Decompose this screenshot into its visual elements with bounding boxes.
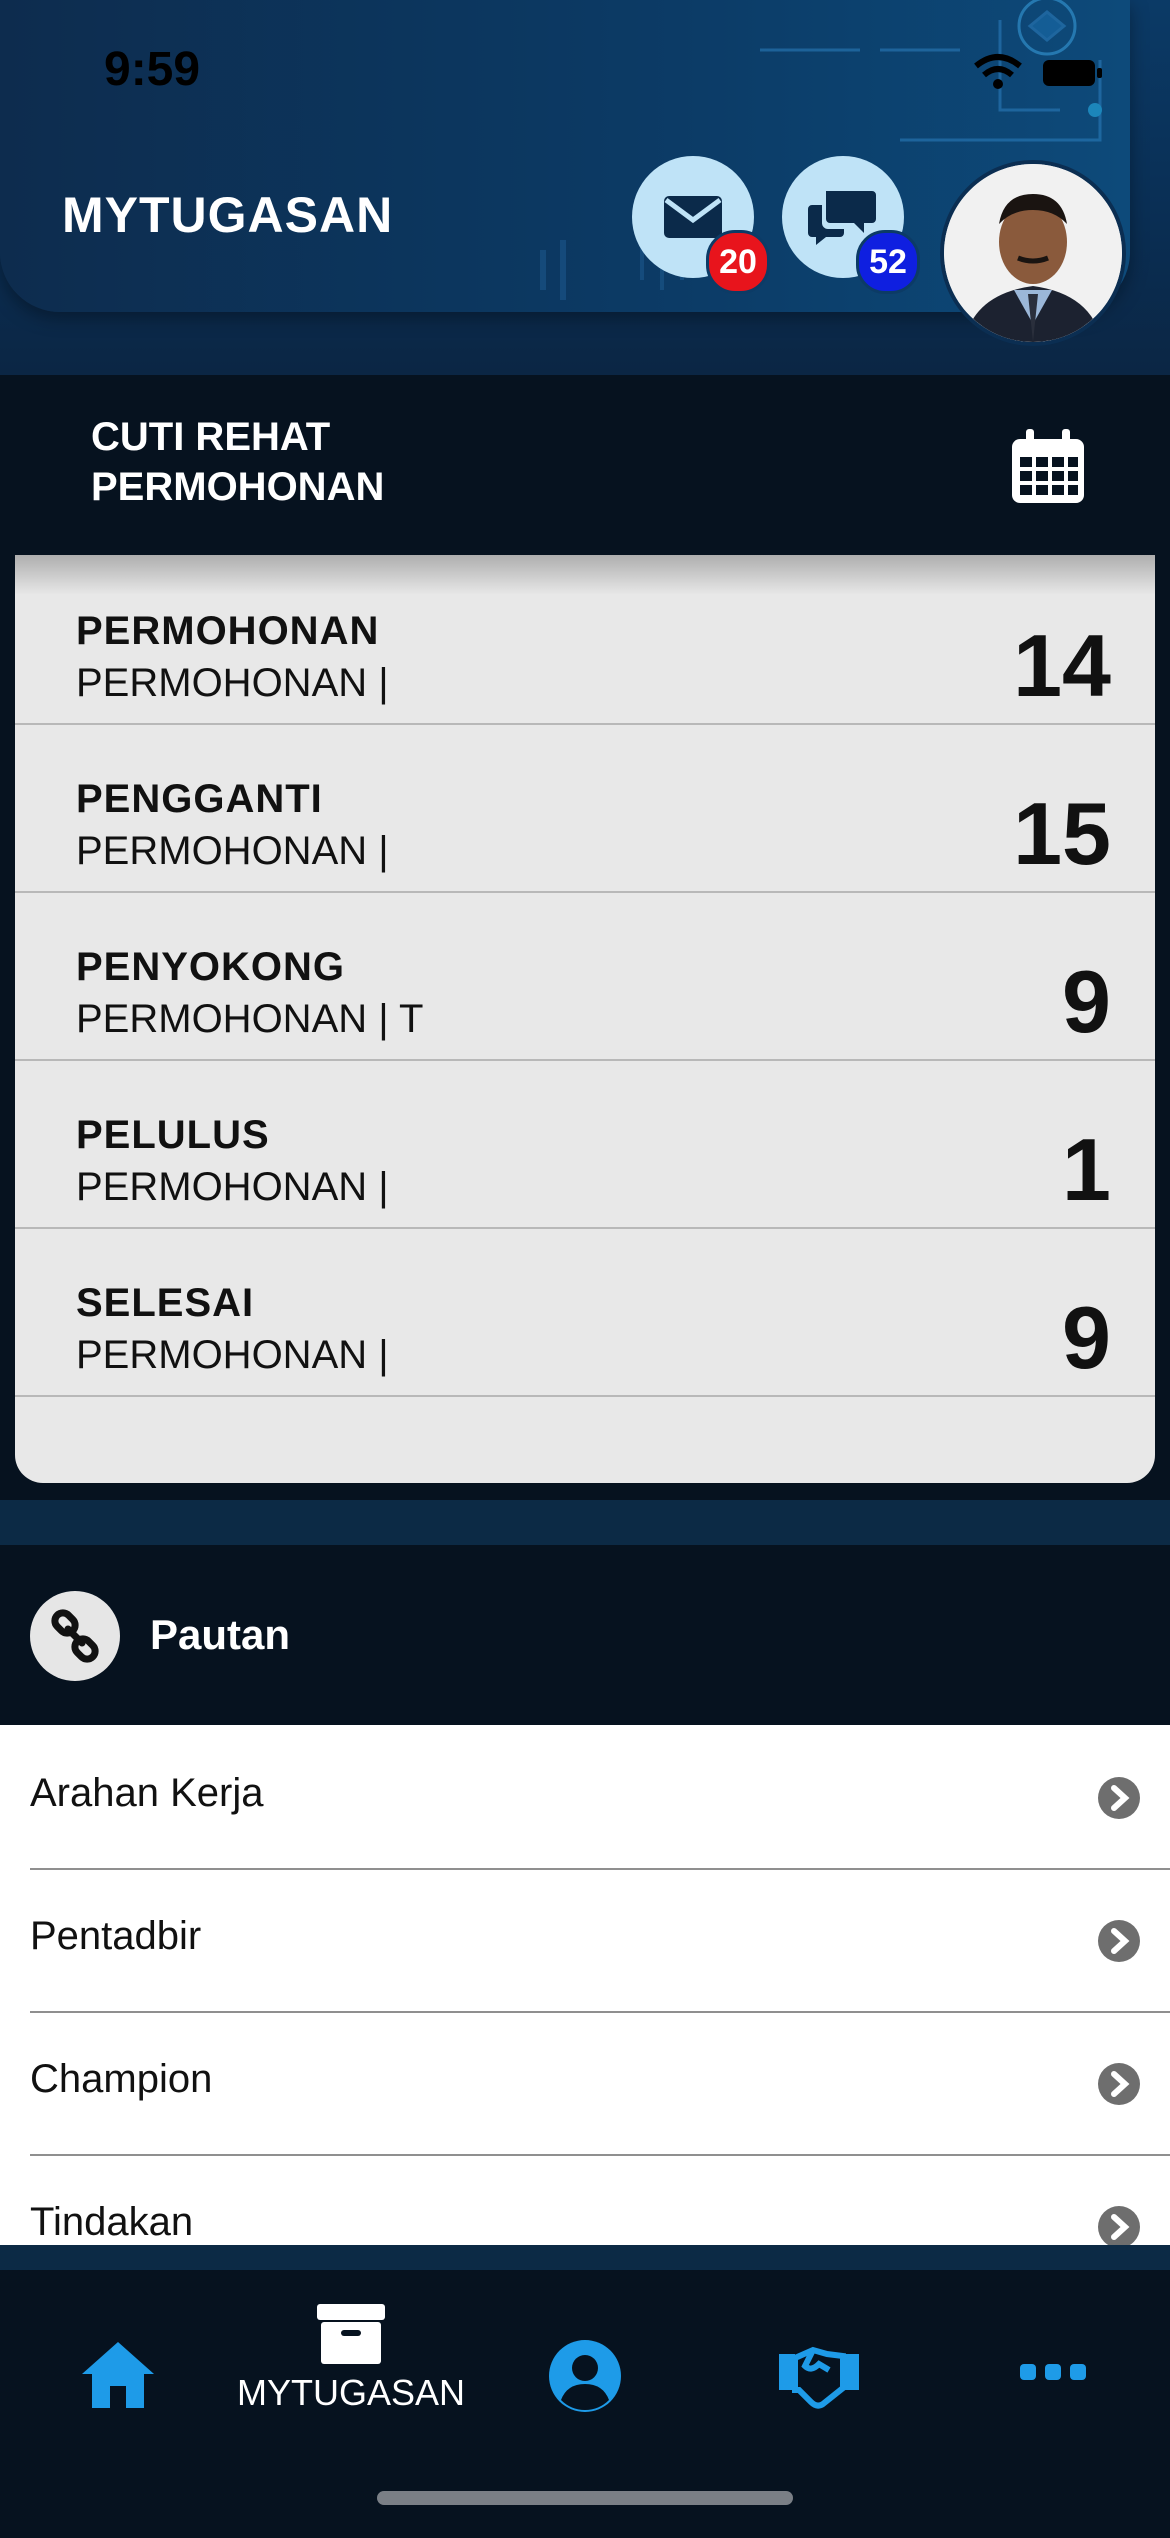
status-list: PERMOHONAN PERMOHONAN | 14 PENGGANTI PER… [15, 555, 1155, 1483]
links-list: Arahan Kerja Pentadbir Champion Tindakan [0, 1725, 1170, 2245]
tab-mytugasan-label: MYTUGASAN [236, 2372, 466, 2413]
mail-button[interactable]: 20 [632, 156, 770, 294]
status-time: 9:59 [104, 43, 201, 96]
leave-section-header: CUTI REHAT PERMOHONAN [0, 375, 1170, 555]
status-row-penyokong[interactable]: PENYOKONG PERMOHONAN | T 9 [15, 891, 1155, 1061]
home-icon [82, 2342, 154, 2408]
row-count: 15 [1013, 784, 1111, 883]
row-count: 1 [1062, 1120, 1111, 1219]
handshake-icon [779, 2346, 859, 2409]
row-count: 9 [1062, 1288, 1111, 1387]
row-subtitle: PERMOHONAN | [76, 1165, 389, 1209]
archive-box-icon [317, 2304, 385, 2364]
chat-button[interactable]: 52 [782, 156, 920, 294]
chevron-right-icon [1098, 2063, 1140, 2105]
user-photo [944, 164, 1122, 342]
chat-badge: 52 [856, 230, 920, 294]
app-title: MYTUGASAN [62, 187, 394, 243]
status-row-pengganti[interactable]: PENGGANTI PERMOHONAN | 15 [15, 723, 1155, 893]
row-title: SELESAI [76, 1281, 255, 1325]
tab-more[interactable] [978, 2310, 1128, 2440]
row-title: PELULUS [76, 1113, 270, 1157]
link-label: Arahan Kerja [30, 1771, 264, 1815]
row-subtitle: PERMOHONAN | [76, 1333, 389, 1377]
chevron-right-icon [1098, 1777, 1140, 1819]
link-icon [30, 1591, 120, 1681]
chevron-right-icon [1098, 2206, 1140, 2245]
avatar[interactable] [940, 160, 1126, 346]
battery-icon [1043, 60, 1102, 86]
app-header: 9:59 MYTUGASAN 20 52 [0, 0, 1170, 375]
mail-icon [664, 196, 722, 238]
row-title: PENGGANTI [76, 777, 323, 821]
row-title: PENYOKONG [76, 945, 346, 989]
tab-handshake[interactable] [744, 2310, 894, 2440]
more-icon [1020, 2364, 1086, 2380]
links-section-header: Pautan [0, 1545, 1170, 1725]
home-indicator [377, 2491, 793, 2505]
link-item-pentadbir[interactable]: Pentadbir [30, 1868, 1170, 2013]
calendar-icon[interactable] [1008, 427, 1088, 507]
tab-profile[interactable] [510, 2310, 660, 2440]
link-item-champion[interactable]: Champion [30, 2011, 1170, 2156]
status-icons [974, 54, 1102, 89]
row-subtitle: PERMOHONAN | [76, 829, 389, 873]
row-count: 14 [1013, 616, 1111, 715]
link-item-arahan-kerja[interactable]: Arahan Kerja [30, 1725, 1170, 1870]
wifi-icon [974, 54, 1022, 89]
row-title: PERMOHONAN [76, 609, 380, 653]
section-title-line2: PERMOHONAN [91, 465, 385, 509]
link-label: Tindakan [30, 2200, 194, 2244]
links-title: Pautan [150, 1611, 291, 1658]
link-label: Pentadbir [30, 1914, 202, 1958]
section-title-line1: CUTI REHAT [91, 415, 331, 459]
link-label: Champion [30, 2057, 213, 2101]
row-subtitle: PERMOHONAN | T [76, 997, 424, 1041]
chevron-right-icon [1098, 1920, 1140, 1962]
row-count: 9 [1062, 952, 1111, 1051]
link-item-tindakan[interactable]: Tindakan [30, 2154, 1170, 2245]
status-row-permohonan[interactable]: PERMOHONAN PERMOHONAN | 14 [15, 555, 1155, 725]
status-row-selesai[interactable]: SELESAI PERMOHONAN | 9 [15, 1227, 1155, 1397]
status-row-pelulus[interactable]: PELULUS PERMOHONAN | 1 [15, 1059, 1155, 1229]
status-list-container: PERMOHONAN PERMOHONAN | 14 PENGGANTI PER… [0, 555, 1170, 1500]
tab-home[interactable] [42, 2310, 192, 2440]
row-subtitle: PERMOHONAN | [76, 661, 389, 705]
user-circle-icon [549, 2340, 621, 2412]
mail-badge: 20 [706, 230, 770, 294]
